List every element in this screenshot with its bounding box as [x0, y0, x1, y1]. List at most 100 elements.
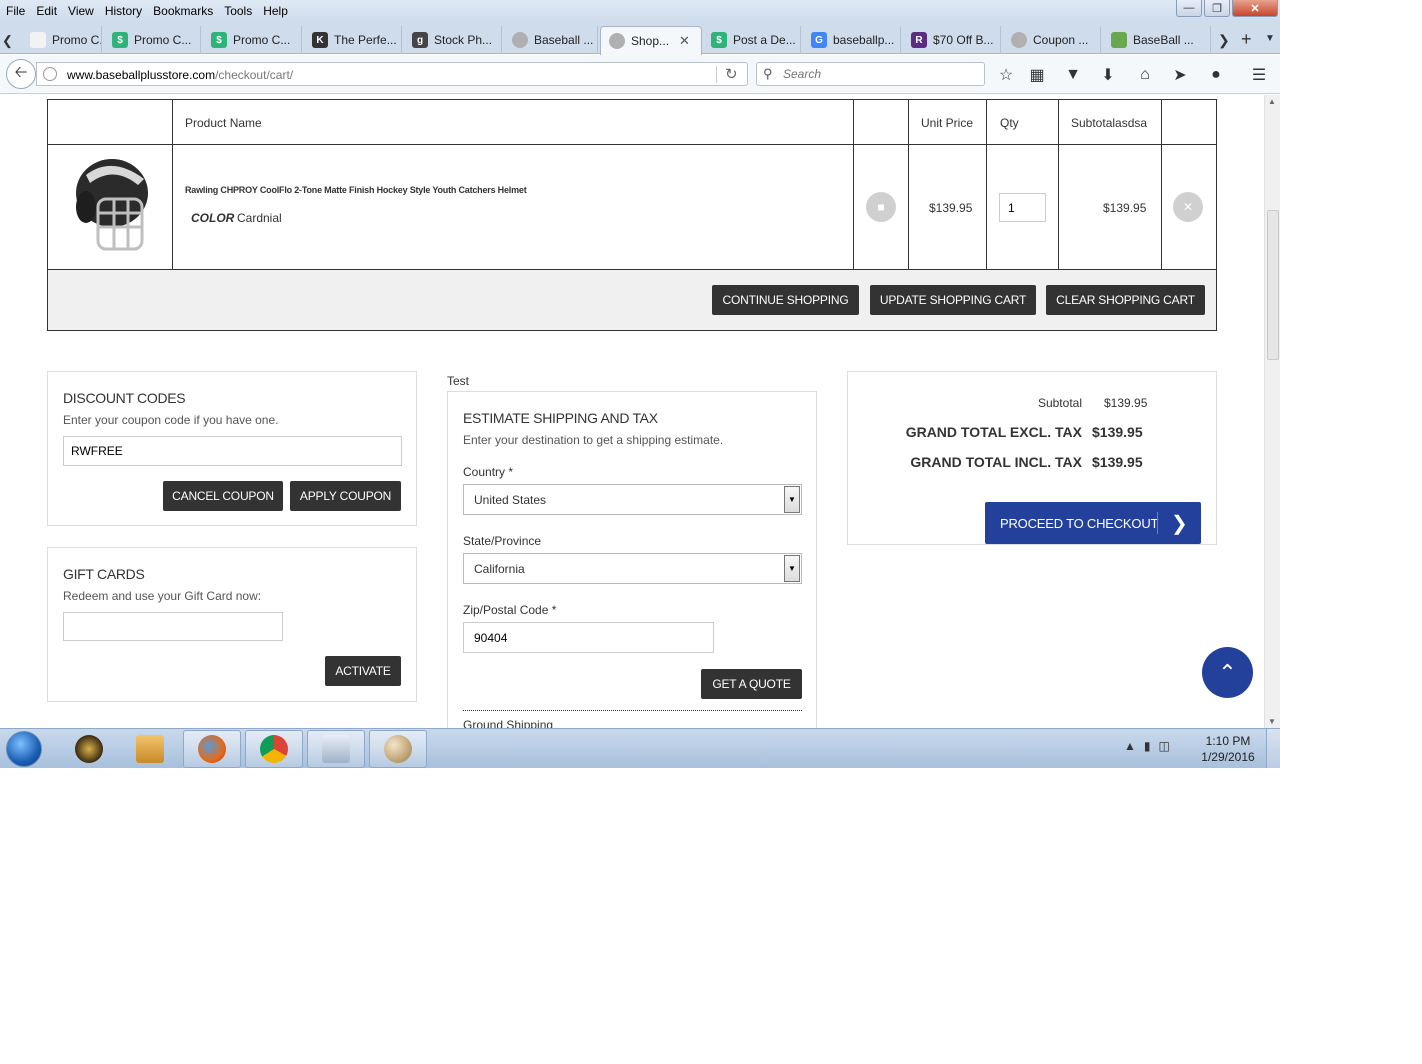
- hamburger-menu-icon[interactable]: ☰: [1248, 64, 1270, 86]
- column-divider: [172, 100, 173, 270]
- tab-scroll-right-icon[interactable]: ❯: [1218, 32, 1230, 49]
- warcraft-icon[interactable]: [60, 730, 118, 768]
- grand-total-excl-label: GRAND TOTAL EXCL. TAX: [905, 424, 1082, 440]
- proceed-to-checkout-button[interactable]: PROCEED TO CHECKOUT ❯: [985, 502, 1201, 544]
- gift-cards-box: GIFT CARDS Redeem and use your Gift Card…: [47, 547, 417, 702]
- browser-tab[interactable]: $ Promo C...: [203, 26, 302, 54]
- menu-edit[interactable]: Edit: [30, 4, 62, 18]
- scroll-down-icon[interactable]: ▼: [1268, 717, 1276, 726]
- menu-file[interactable]: File: [0, 4, 30, 18]
- remove-item-button[interactable]: ✕: [1173, 192, 1203, 222]
- download-icon[interactable]: ⬇: [1097, 64, 1119, 86]
- start-orb-icon[interactable]: [6, 731, 42, 767]
- restore-button[interactable]: ❐: [1204, 0, 1230, 17]
- menu-view[interactable]: View: [62, 4, 99, 18]
- menu-help[interactable]: Help: [257, 4, 293, 18]
- browser-tab[interactable]: g Stock Ph...: [404, 26, 502, 54]
- edit-item-button[interactable]: ■: [866, 192, 896, 222]
- power-icon[interactable]: ◫: [1159, 739, 1170, 753]
- cancel-coupon-button[interactable]: CANCEL COUPON: [163, 481, 283, 511]
- browser-tab[interactable]: $ Post a De...: [703, 26, 801, 54]
- grand-total-incl-value: $139.95: [1092, 454, 1143, 470]
- url-text: www.baseballplusstore.com/checkout/cart/: [67, 68, 293, 82]
- get-quote-button[interactable]: GET A QUOTE: [701, 669, 802, 699]
- calculator-icon[interactable]: [307, 730, 365, 768]
- pocket-icon[interactable]: ▼: [1062, 64, 1084, 86]
- update-cart-button[interactable]: UPDATE SHOPPING CART: [870, 285, 1036, 315]
- url-domain: www.baseballplusstore.com: [67, 68, 216, 82]
- tab-label: Promo C...: [233, 33, 291, 47]
- ground-shipping-label: Ground Shipping: [463, 718, 554, 728]
- browser-tab[interactable]: R $70 Off B...: [903, 26, 1001, 54]
- menu-tools[interactable]: Tools: [218, 4, 257, 18]
- back-arrow-icon: 🡠: [14, 63, 28, 81]
- send-icon[interactable]: ➤: [1169, 64, 1191, 86]
- browser-tab[interactable]: Shop... ✕: [600, 26, 702, 55]
- country-select[interactable]: United States ▼: [463, 484, 802, 515]
- apply-coupon-button[interactable]: APPLY COUPON: [290, 481, 401, 511]
- home-icon[interactable]: ⌂: [1134, 64, 1156, 86]
- activate-button[interactable]: ACTIVATE: [325, 656, 401, 686]
- tab-scroll-left-icon[interactable]: ❮: [2, 33, 13, 49]
- totals-subtotal-value: $139.95: [1104, 396, 1148, 410]
- scroll-up-icon[interactable]: ▲: [1268, 97, 1276, 106]
- bookmark-star-icon[interactable]: ☆: [995, 64, 1017, 86]
- close-tab-icon[interactable]: ✕: [679, 33, 690, 49]
- clock-time: 1:10 PM: [1205, 734, 1251, 748]
- close-window-button[interactable]: ✕: [1232, 0, 1278, 17]
- chevron-down-icon[interactable]: ▼: [784, 486, 800, 513]
- gift-card-input[interactable]: [63, 612, 283, 641]
- folder-icon[interactable]: [121, 730, 179, 768]
- menu-bar: File Edit View History Bookmarks Tools H…: [0, 0, 1280, 21]
- menu-bookmarks[interactable]: Bookmarks: [147, 4, 218, 18]
- zip-input[interactable]: [463, 622, 714, 653]
- firefox-icon[interactable]: [183, 730, 241, 768]
- coupon-code-input[interactable]: [63, 436, 402, 466]
- back-button[interactable]: 🡠: [6, 59, 36, 89]
- retailmenot-icon: R: [911, 32, 927, 48]
- browser-tab[interactable]: BaseBall ...: [1103, 26, 1211, 54]
- chat-icon[interactable]: ●: [1205, 64, 1227, 86]
- browser-tab[interactable]: $ Promo C...: [104, 26, 201, 54]
- state-select[interactable]: California ▼: [463, 553, 802, 584]
- gift-cards-title: GIFT CARDS: [63, 566, 145, 582]
- tab-list-chevron-icon[interactable]: ▼: [1265, 33, 1275, 44]
- scroll-to-top-button[interactable]: ⌃: [1202, 647, 1253, 698]
- paint-icon[interactable]: [369, 730, 427, 768]
- url-path: /checkout/cart/: [215, 68, 294, 82]
- tab-label: Shop...: [631, 34, 670, 48]
- page-scrollbar[interactable]: ▲ ▼: [1264, 95, 1280, 728]
- product-name-link[interactable]: Rawling CHPROY CoolFlo 2-Tone Matte Fini…: [185, 185, 527, 195]
- reading-list-icon[interactable]: ▦: [1026, 64, 1048, 86]
- chrome-icon[interactable]: [245, 730, 303, 768]
- minimize-button[interactable]: —: [1176, 0, 1202, 17]
- search-bar[interactable]: ⚲: [756, 62, 985, 86]
- browser-tab[interactable]: Coupon ...: [1003, 26, 1101, 54]
- column-divider: [853, 100, 854, 270]
- browser-tab[interactable]: K The Perfe...: [304, 26, 402, 54]
- continue-shopping-button[interactable]: CONTINUE SHOPPING: [712, 285, 859, 315]
- clear-cart-button[interactable]: CLEAR SHOPPING CART: [1046, 285, 1205, 315]
- browser-tab[interactable]: Baseball ...: [504, 26, 598, 54]
- country-selected-value: United States: [474, 493, 547, 507]
- browser-tab[interactable]: Promo C...: [22, 26, 102, 54]
- helmet-product-image[interactable]: [68, 155, 152, 259]
- chevron-down-icon[interactable]: ▼: [784, 555, 800, 582]
- column-divider: [1058, 100, 1059, 270]
- tab-label: Promo C...: [134, 33, 192, 47]
- kj-logo-icon: K: [312, 32, 328, 48]
- new-tab-icon[interactable]: +: [1241, 29, 1252, 50]
- tray-expand-icon[interactable]: ▲: [1124, 739, 1136, 753]
- qty-input[interactable]: [999, 193, 1046, 222]
- reload-icon[interactable]: ↻: [725, 65, 738, 83]
- show-desktop-button[interactable]: [1266, 729, 1280, 768]
- network-icon[interactable]: ▮: [1144, 739, 1151, 753]
- tab-label: BaseBall ...: [1133, 33, 1194, 47]
- browser-tab[interactable]: Gbaseballp...: [803, 26, 901, 54]
- search-input[interactable]: [783, 66, 973, 82]
- scrollbar-thumb[interactable]: [1267, 210, 1279, 360]
- menu-history[interactable]: History: [99, 4, 147, 18]
- url-bar[interactable]: www.baseballplusstore.com/checkout/cart/…: [36, 62, 748, 86]
- windows-taskbar: ▲ ▮ ◫ 1:10 PM 1/29/2016: [0, 728, 1280, 768]
- clock[interactable]: 1:10 PM 1/29/2016: [1196, 733, 1260, 765]
